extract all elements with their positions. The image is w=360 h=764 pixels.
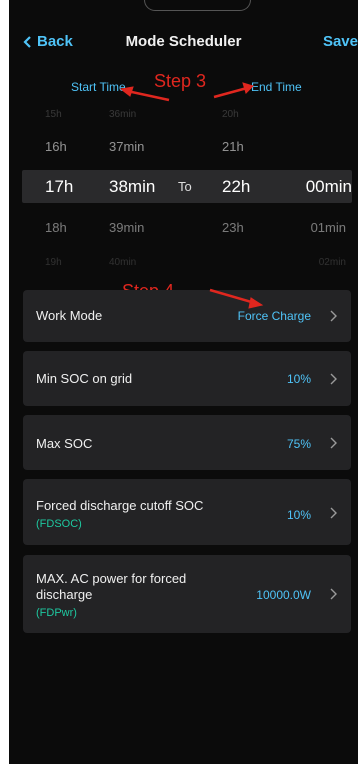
picker-selected-row[interactable]: 17h 38min To 22h 00min <box>22 170 352 203</box>
fdsoc-sublabel: (FDSOC) <box>36 518 82 530</box>
forced-discharge-cutoff-label: Forced discharge cutoff SOC <box>36 498 204 513</box>
start-time-label: Start Time <box>71 80 126 94</box>
forced-discharge-cutoff-value: 10% <box>286 508 311 522</box>
picker-row[interactable]: 16h 37min 21h <box>9 133 358 161</box>
camera-notch <box>144 0 251 11</box>
end-hour[interactable]: 23h <box>222 214 244 242</box>
start-hour[interactable]: 16h <box>45 133 67 161</box>
arrow-to-end-time <box>213 82 254 99</box>
end-minute[interactable]: 01min <box>311 214 346 242</box>
start-minute[interactable]: 40min <box>109 249 136 277</box>
end-hour[interactable]: 21h <box>222 133 244 161</box>
page-title: Mode Scheduler <box>125 33 242 50</box>
chevron-right-icon <box>330 437 337 449</box>
phone-screen: Back Mode Scheduler Save Start Time End … <box>9 0 358 764</box>
chevron-right-icon <box>330 310 337 322</box>
picker-row[interactable]: 18h 39min 23h 01min <box>9 214 358 242</box>
max-soc-value: 75% <box>286 437 311 451</box>
picker-row[interactable]: 19h 40min 02min <box>9 249 358 277</box>
step-3-annotation: Step 3 <box>154 71 207 91</box>
picker-row[interactable]: 15h 36min 20h <box>9 101 358 129</box>
min-soc-label: Min SOC on grid <box>36 371 133 386</box>
chevron-right-icon <box>330 373 337 385</box>
to-label: To <box>178 179 192 194</box>
end-minute-selected[interactable]: 00min <box>292 170 352 203</box>
max-ac-power-label: MAX. AC power for forced discharge <box>36 571 187 602</box>
max-soc-label: Max SOC <box>36 436 93 451</box>
min-soc-row[interactable]: Min SOC on grid 10% <box>23 351 351 406</box>
max-ac-power-value: 10000.0W <box>256 588 311 602</box>
end-time-label: End Time <box>251 80 302 94</box>
work-mode-value: Force Charge <box>237 309 311 323</box>
start-minute[interactable]: 37min <box>109 133 144 161</box>
start-minute[interactable]: 36min <box>109 101 136 129</box>
save-button[interactable]: Save <box>323 33 358 50</box>
max-soc-row[interactable]: Max SOC 75% <box>23 415 351 470</box>
chevron-right-icon <box>330 588 337 600</box>
min-soc-value: 10% <box>286 372 311 386</box>
top-bar: Back Mode Scheduler Save <box>9 30 358 54</box>
max-ac-power-row[interactable]: MAX. AC power for forced discharge (FDPw… <box>23 555 351 633</box>
fdpwr-sublabel: (FDPwr) <box>36 607 77 619</box>
start-hour[interactable]: 15h <box>45 101 62 129</box>
end-minute[interactable]: 02min <box>319 249 346 277</box>
chevron-right-icon <box>330 507 337 519</box>
start-hour-selected[interactable]: 17h <box>45 170 73 203</box>
work-mode-label: Work Mode <box>36 308 103 323</box>
forced-discharge-cutoff-row[interactable]: Forced discharge cutoff SOC (FDSOC) 10% <box>23 479 351 545</box>
start-hour[interactable]: 19h <box>45 249 62 277</box>
start-minute[interactable]: 39min <box>109 214 144 242</box>
start-hour[interactable]: 18h <box>45 214 67 242</box>
end-hour-selected[interactable]: 22h <box>222 170 250 203</box>
start-minute-selected[interactable]: 38min <box>109 170 155 203</box>
end-hour[interactable]: 20h <box>222 101 239 129</box>
work-mode-row[interactable]: Work Mode Force Charge <box>23 290 351 342</box>
